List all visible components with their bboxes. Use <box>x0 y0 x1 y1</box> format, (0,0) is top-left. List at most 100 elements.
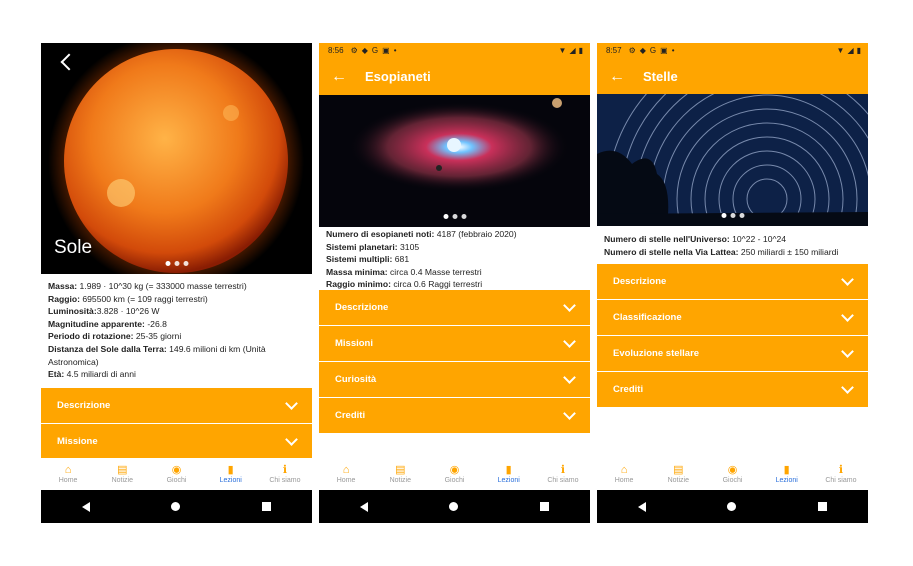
nav-back-icon[interactable] <box>359 501 368 512</box>
info-row: Numero di stelle nella Via Lattea: 250 m… <box>604 246 839 257</box>
news-icon: ▤ <box>673 464 684 476</box>
nav-back-icon[interactable] <box>81 501 90 512</box>
wifi-icon: ▼ <box>558 46 567 55</box>
status-time: 8:57 <box>606 46 622 55</box>
hero-title: Sole <box>54 237 93 258</box>
wifi-icon: ▼ <box>836 46 845 55</box>
nav-recents-icon[interactable] <box>262 502 272 511</box>
android-nav-bar <box>597 490 868 523</box>
info-row: Numero di stelle nell'Universo: 10^22 - … <box>604 234 787 244</box>
chevron-down-icon <box>563 407 576 420</box>
accordion-item-descrizione[interactable]: Descrizione <box>319 290 590 326</box>
home-icon: ⌂ <box>342 464 350 476</box>
carousel-dots[interactable] <box>165 261 188 266</box>
battery-icon: ▮ <box>856 46 861 55</box>
tab-home[interactable]: ⌂ Home <box>41 458 95 490</box>
accordion: Descrizione Missioni Curiosità Crediti <box>319 290 590 434</box>
chevron-down-icon <box>563 299 576 312</box>
notification-icons: ⚙ ◆ G ▣ • <box>628 45 675 55</box>
tab-chi-siamo[interactable]: ℹ Chi siamo <box>536 458 590 490</box>
page-title: Stelle <box>643 69 678 84</box>
chevron-down-icon <box>563 335 576 348</box>
chevron-down-icon <box>563 371 576 384</box>
bottom-tab-bar: ⌂ Home ▤ Notizie ◉ Giochi ▮ Lezioni ℹ Chi sia… <box>41 458 312 490</box>
accordion-item-missione[interactable]: Missione <box>41 424 312 460</box>
accordion-item-classificazione[interactable]: Classificazione <box>597 300 868 336</box>
chevron-down-icon <box>841 309 854 322</box>
info-icon: ℹ <box>282 464 287 476</box>
nav-recents-icon[interactable] <box>540 502 550 511</box>
info-list: Numero di stelle nell'Universo: 10^22 - … <box>604 233 862 258</box>
accordion-item-missioni[interactable]: Missioni <box>319 326 590 362</box>
accordion-item-crediti[interactable]: Crediti <box>319 398 590 434</box>
news-icon: ▤ <box>117 464 128 476</box>
tab-giochi[interactable]: ◉ Giochi <box>705 458 759 490</box>
tab-home[interactable]: ⌂ Home <box>597 458 651 490</box>
home-icon: ⌂ <box>620 464 628 476</box>
status-bar: 8:56 ⚙ ◆ G ▣ • ▼ ◢ ▮ <box>319 43 590 58</box>
nav-back-icon[interactable] <box>637 501 646 512</box>
tab-notizie[interactable]: ▤ Notizie <box>651 458 705 490</box>
chevron-down-icon <box>285 433 298 446</box>
carousel-dots[interactable] <box>721 213 744 218</box>
accordion-item-descrizione[interactable]: Descrizione <box>597 264 868 300</box>
nav-recents-icon[interactable] <box>818 502 828 511</box>
book-icon: ▮ <box>227 464 234 476</box>
accordion-item-descrizione[interactable]: Descrizione <box>41 388 312 424</box>
news-icon: ▤ <box>395 464 406 476</box>
info-row: Luminosità:3.828 · 10^26 W <box>48 306 160 317</box>
chevron-down-icon <box>841 345 854 358</box>
signal-icon: ◢ <box>847 46 854 55</box>
back-arrow-icon[interactable]: ← <box>319 68 359 86</box>
accordion: Descrizione Classificazione Evoluzione s… <box>597 264 868 408</box>
gamepad-icon: ◉ <box>449 464 460 476</box>
info-row: Distanza del Sole dalla Terra: 149.6 mil… <box>48 343 266 367</box>
chevron-down-icon <box>841 273 854 286</box>
battery-icon: ▮ <box>578 46 583 55</box>
hero-image-sun[interactable]: Sole <box>41 43 312 274</box>
android-nav-bar <box>319 490 590 523</box>
notification-icons: ⚙ ◆ G ▣ • <box>350 45 397 55</box>
tab-chi-siamo[interactable]: ℹ Chi siamo <box>814 458 868 490</box>
chevron-down-icon <box>841 381 854 394</box>
tab-home[interactable]: ⌂ Home <box>319 458 373 490</box>
info-icon: ℹ <box>560 464 565 476</box>
carousel-dots[interactable] <box>443 214 466 219</box>
tab-notizie[interactable]: ▤ Notizie <box>373 458 427 490</box>
info-row: Massa minima: circa 0.4 Masse terrestri <box>326 266 482 277</box>
accordion-item-evoluzione-stellare[interactable]: Evoluzione stellare <box>597 336 868 372</box>
phone-screen-esopianeti: 8:56 ⚙ ◆ G ▣ • ▼ ◢ ▮ ← Esopianeti Numero… <box>319 43 590 523</box>
android-nav-bar <box>41 490 312 523</box>
nav-home-icon[interactable] <box>727 502 737 511</box>
accordion-item-crediti[interactable]: Crediti <box>597 372 868 408</box>
chevron-down-icon <box>285 397 298 410</box>
gamepad-icon: ◉ <box>171 464 182 476</box>
star-trails-image <box>597 94 868 226</box>
tab-lezioni[interactable]: ▮ Lezioni <box>482 458 536 490</box>
info-row: Periodo di rotazione: 25-35 giorni <box>48 331 182 342</box>
tab-chi-siamo[interactable]: ℹ Chi siamo <box>258 458 312 490</box>
hero-image-exoplanet[interactable] <box>319 95 590 227</box>
accordion-item-curiosita[interactable]: Curiosità <box>319 362 590 398</box>
tab-lezioni[interactable]: ▮ Lezioni <box>204 458 258 490</box>
status-bar: 8:57 ⚙ ◆ G ▣ • ▼ ◢ ▮ <box>597 43 868 58</box>
hero-image-star-trails[interactable] <box>597 94 868 226</box>
book-icon: ▮ <box>505 464 512 476</box>
tab-giochi[interactable]: ◉ Giochi <box>149 458 203 490</box>
bottom-tab-bar: ⌂ Home ▤ Notizie ◉ Giochi ▮ Lezioni ℹ Chi sia… <box>319 458 590 490</box>
info-row: Raggio: 695500 km (= 109 raggi terrestri… <box>48 293 208 304</box>
nav-home-icon[interactable] <box>171 502 181 511</box>
signal-icon: ◢ <box>569 46 576 55</box>
exoplanet-image <box>349 98 569 192</box>
bottom-tab-bar: ⌂ Home ▤ Notizie ◉ Giochi ▮ Lezioni ℹ Chi sia… <box>597 458 868 490</box>
gamepad-icon: ◉ <box>727 464 738 476</box>
tab-notizie[interactable]: ▤ Notizie <box>95 458 149 490</box>
nav-home-icon[interactable] <box>449 502 459 511</box>
tab-lezioni[interactable]: ▮ Lezioni <box>760 458 814 490</box>
book-icon: ▮ <box>783 464 790 476</box>
tab-giochi[interactable]: ◉ Giochi <box>427 458 481 490</box>
back-arrow-icon[interactable]: ← <box>597 68 637 86</box>
accordion: Descrizione Missione <box>41 388 312 460</box>
info-row: Sistemi planetari: 3105 <box>326 241 420 252</box>
phone-screen-sole: Sole Massa: 1.989 · 10^30 kg (= 333000 m… <box>41 43 312 523</box>
